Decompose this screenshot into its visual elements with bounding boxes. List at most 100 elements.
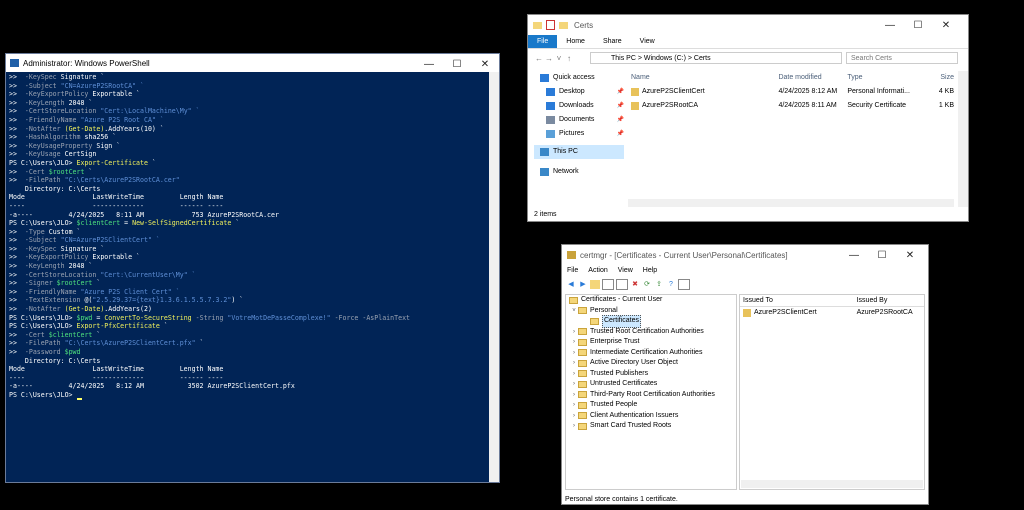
sidebar-item-desktop[interactable]: Desktop 📌	[534, 85, 624, 99]
refresh-icon[interactable]: ⟳	[642, 280, 652, 289]
console-line: >> -KeyLength 2048 `	[9, 98, 93, 107]
recent-chevron-icon[interactable]: ˅	[554, 54, 564, 63]
search-input[interactable]: Search Certs	[846, 52, 958, 64]
expand-chevron-icon[interactable]: ›	[570, 379, 578, 390]
powershell-titlebar[interactable]: Administrator: Windows PowerShell — ☐ ✕	[6, 54, 499, 72]
certificate-list-header: Issued To Issued By	[740, 295, 924, 307]
tree-item-trusted-publishers[interactable]: › Trusted Publishers	[566, 369, 736, 380]
properties-icon[interactable]	[546, 20, 555, 30]
expand-chevron-icon[interactable]: ›	[570, 369, 578, 380]
expand-chevron-icon[interactable]: ›	[570, 421, 578, 432]
expand-chevron-icon[interactable]: ›	[570, 348, 578, 359]
column-size[interactable]: Size	[915, 71, 954, 85]
tree-item-intermediate-certification-authorities[interactable]: › Intermediate Certification Authorities	[566, 348, 736, 359]
show-tree-icon[interactable]	[602, 278, 614, 290]
tree-item-client-authentication-issuers[interactable]: › Client Authentication Issuers	[566, 411, 736, 422]
tree-item-trusted-people[interactable]: › Trusted People	[566, 400, 736, 411]
sidebar-item-network[interactable]: Network	[534, 165, 624, 179]
column-type[interactable]: Type	[847, 71, 915, 85]
tree-item-certificates[interactable]: Certificates	[566, 315, 736, 328]
certmgr-window[interactable]: certmgr - [Certificates - Current User\P…	[561, 244, 929, 505]
sidebar-item-downloads[interactable]: Downloads 📌	[534, 99, 624, 113]
console-line: Directory: C:\Certs	[9, 356, 101, 365]
breadcrumb-this-pc[interactable]: This PC	[611, 55, 636, 62]
expand-chevron-icon[interactable]: ›	[570, 400, 578, 411]
maximize-button[interactable]: ☐	[443, 54, 471, 74]
explorer-vertical-scrollbar[interactable]	[958, 71, 968, 207]
powershell-scrollbar[interactable]	[489, 72, 499, 482]
tree-item-active-directory-user-object[interactable]: › Active Directory User Object	[566, 358, 736, 369]
expand-chevron-icon[interactable]: ›	[570, 390, 578, 401]
column-issued-to[interactable]: Issued To	[740, 295, 857, 306]
minimize-button[interactable]: —	[415, 54, 443, 74]
minimize-button[interactable]: —	[876, 15, 904, 35]
new-folder-icon[interactable]	[559, 21, 568, 29]
explorer-titlebar[interactable]: Certs — ☐ ✕	[528, 15, 968, 35]
tree-item-third-party-root-certification-authorities[interactable]: › Third-Party Root Certification Authorit…	[566, 390, 736, 401]
menu-file[interactable]: File	[562, 265, 583, 277]
tree-item-personal[interactable]: ˅ Personal	[566, 306, 736, 317]
explorer-horizontal-scrollbar[interactable]	[628, 199, 954, 207]
tab-view[interactable]: View	[631, 35, 664, 48]
expand-chevron-icon[interactable]: ›	[570, 358, 578, 369]
breadcrumb-drive[interactable]: Windows (C:)	[644, 55, 686, 62]
up-arrow-icon[interactable]: ↑	[564, 54, 574, 63]
close-button[interactable]: ✕	[471, 54, 499, 74]
copy-icon[interactable]	[616, 278, 628, 290]
menu-help[interactable]: Help	[638, 265, 662, 277]
up-folder-icon[interactable]	[590, 279, 600, 289]
store-tree: Certificates - Current User ˅ Personal C…	[565, 294, 737, 490]
address-bar[interactable]: This PC > Windows (C:) > Certs	[590, 52, 842, 64]
tree-item-trusted-root-certification-authorities[interactable]: › Trusted Root Certification Authorities	[566, 327, 736, 338]
folder-icon	[578, 370, 587, 378]
tab-share[interactable]: Share	[594, 35, 631, 48]
console-line: >> -KeyUsageProperty Sign `	[9, 141, 121, 150]
column-name[interactable]: Name	[628, 71, 778, 85]
explorer-window[interactable]: Certs — ☐ ✕ File Home Share View ← → ˅ ↑…	[527, 14, 969, 222]
tree-item-untrusted-certificates[interactable]: › Untrusted Certificates	[566, 379, 736, 390]
tab-home[interactable]: Home	[557, 35, 594, 48]
tree-root[interactable]: Certificates - Current User	[566, 295, 736, 306]
back-arrow-icon[interactable]: ◀	[566, 280, 576, 289]
tab-file[interactable]: File	[528, 35, 558, 48]
folder-icon	[578, 328, 587, 336]
tree-item-enterprise-trust[interactable]: › Enterprise Trust	[566, 337, 736, 348]
console-line: >> -CertStoreLocation "Cert:\CurrentUser…	[9, 270, 196, 279]
console-line: >> -TextExtension @("2.5.29.37={text}1.3…	[9, 296, 244, 305]
column-issued-by[interactable]: Issued By	[857, 295, 924, 306]
close-button[interactable]: ✕	[896, 245, 924, 265]
certmgr-horizontal-scrollbar[interactable]	[741, 480, 923, 488]
expand-chevron-icon[interactable]: ›	[570, 327, 578, 338]
back-arrow-icon[interactable]: ←	[534, 54, 544, 63]
maximize-button[interactable]: ☐	[904, 15, 932, 35]
forward-arrow-icon[interactable]: →	[544, 54, 554, 63]
minimize-button[interactable]: —	[840, 245, 868, 265]
tree-item-smart-card-trusted-roots[interactable]: › Smart Card Trusted Roots	[566, 421, 736, 432]
menu-action[interactable]: Action	[583, 265, 612, 277]
console-line: >> -KeyExportPolicy Exportable `	[9, 90, 141, 99]
expand-chevron-icon[interactable]: ›	[570, 411, 578, 422]
help-icon[interactable]: ?	[666, 280, 676, 289]
certmgr-titlebar[interactable]: certmgr - [Certificates - Current User\P…	[562, 245, 928, 265]
menu-view[interactable]: View	[613, 265, 638, 277]
expand-chevron-icon[interactable]: ˅	[570, 306, 578, 317]
close-button[interactable]: ✕	[932, 15, 960, 35]
sidebar-item-pictures[interactable]: Pictures 📌	[534, 127, 624, 141]
certificate-row[interactable]: AzureP2SClientCert AzureP2SRootCA	[740, 307, 924, 318]
file-row[interactable]: AzureP2SClientCert 4/24/2025 8:12 AM Perso…	[628, 85, 954, 99]
file-row[interactable]: AzureP2SRootCA 4/24/2025 8:11 AM Security …	[628, 99, 954, 113]
column-date[interactable]: Date modified	[778, 71, 847, 85]
sidebar-item-documents[interactable]: Documents 📌	[534, 113, 624, 127]
expand-chevron-icon[interactable]: ›	[570, 337, 578, 348]
forward-arrow-icon[interactable]: ▶	[578, 280, 588, 289]
properties-icon[interactable]	[678, 278, 690, 290]
delete-icon[interactable]: ✖	[630, 280, 640, 289]
powershell-console[interactable]: >> -KeySpec Signature ` >> -Subject "CN=A…	[6, 72, 489, 482]
certificate-list: Issued To Issued By AzureP2SClientCert Az…	[739, 294, 925, 490]
powershell-window[interactable]: Administrator: Windows PowerShell — ☐ ✕ …	[5, 53, 500, 483]
export-icon[interactable]: ⇪	[654, 280, 664, 289]
sidebar-item-this-pc[interactable]: This PC	[534, 145, 624, 159]
sidebar-item-quick-access[interactable]: Quick access	[534, 71, 624, 85]
maximize-button[interactable]: ☐	[868, 245, 896, 265]
breadcrumb-certs[interactable]: Certs	[694, 55, 711, 62]
